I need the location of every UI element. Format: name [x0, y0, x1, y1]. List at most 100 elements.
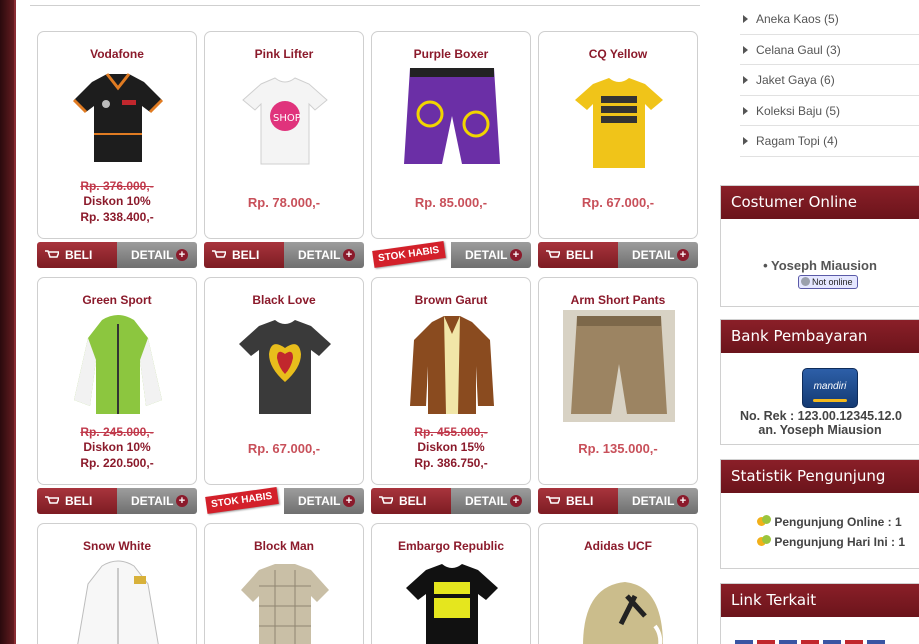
- jacket-icon[interactable]: [396, 310, 508, 422]
- shirt-icon[interactable]: [62, 64, 174, 176]
- price-old: Rp. 376.000,-: [80, 179, 154, 193]
- product-name[interactable]: Pink Lifter: [205, 47, 363, 61]
- product-name[interactable]: Arm Short Pants: [539, 293, 697, 307]
- beli-button[interactable]: BELI: [538, 242, 618, 268]
- category-item[interactable]: Jaket Gaya (6): [740, 65, 919, 96]
- shorts-icon[interactable]: [563, 310, 675, 422]
- customer-online-panel: Costumer Online • Yoseph Miausion Not on…: [720, 185, 919, 307]
- product-card-green-sport[interactable]: Green Sport Rp. 245.000,- Diskon 10% Rp.…: [37, 277, 197, 485]
- beli-button[interactable]: BELI: [204, 242, 284, 268]
- top-divider: [30, 5, 700, 6]
- account-number: No. Rek : 123.00.12345.12.0: [740, 409, 902, 423]
- detail-button[interactable]: DETAIL +: [284, 488, 364, 514]
- link-panel: Link Terkait: [720, 583, 919, 644]
- account-name: an. Yoseph Miausion: [758, 423, 882, 437]
- product-name[interactable]: Block Man: [205, 539, 363, 553]
- jacket-icon[interactable]: [62, 310, 174, 422]
- product-name[interactable]: Snow White: [38, 539, 196, 553]
- beli-label: BELI: [65, 494, 93, 508]
- product-card-embargo-republic[interactable]: Embargo Republic: [371, 523, 531, 644]
- visitors-today: Pengunjung Hari Ini : 1: [757, 535, 905, 549]
- cart-icon: [212, 250, 226, 258]
- product-card-arm-short-pants[interactable]: Arm Short Pants Rp. 135.000,-: [538, 277, 698, 485]
- stok-habis-label: STOK HABIS: [205, 487, 279, 514]
- product-name[interactable]: CQ Yellow: [539, 47, 697, 61]
- stok-habis-badge: STOK HABIS: [371, 241, 451, 268]
- tshirt-icon[interactable]: SHOP: [229, 64, 341, 176]
- cart-icon: [45, 250, 59, 258]
- category-item[interactable]: Koleksi Baju (5): [740, 96, 919, 126]
- beli-button[interactable]: BELI: [538, 488, 618, 514]
- product-name[interactable]: Purple Boxer: [372, 47, 530, 61]
- product-card-block-man[interactable]: Block Man: [204, 523, 364, 644]
- bank-panel: Bank Pembayaran mandiri No. Rek : 123.00…: [720, 319, 919, 445]
- product-name[interactable]: Vodafone: [38, 47, 196, 61]
- product-card-brown-garut[interactable]: Brown Garut Rp. 455.000,- Diskon 15% Rp.…: [371, 277, 531, 485]
- price-new: Rp. 386.750,-: [414, 456, 488, 470]
- product-card-snow-white[interactable]: Snow White: [37, 523, 197, 644]
- jacket-icon[interactable]: [62, 556, 174, 644]
- plus-icon: +: [510, 495, 522, 507]
- product-name[interactable]: Black Love: [205, 293, 363, 307]
- beli-button[interactable]: BELI: [371, 488, 451, 514]
- detail-button[interactable]: DETAIL +: [117, 488, 197, 514]
- shorts-icon[interactable]: [396, 64, 508, 176]
- tshirt-icon[interactable]: [229, 310, 341, 422]
- discount-label: Diskon 15%: [417, 440, 485, 454]
- product-actions: BELI DETAIL +: [538, 488, 698, 514]
- detail-label: DETAIL: [298, 248, 341, 262]
- cap-icon[interactable]: [563, 556, 675, 644]
- price-new: Rp. 220.500,-: [80, 456, 154, 470]
- price: Rp. 135.000,-: [578, 441, 658, 456]
- beli-label: BELI: [65, 248, 93, 262]
- plus-icon: +: [510, 249, 522, 261]
- stok-habis-badge: STOK HABIS: [204, 487, 284, 514]
- cart-icon: [546, 496, 560, 504]
- price-new: Rp. 338.400,-: [80, 210, 154, 224]
- detail-button[interactable]: DETAIL +: [618, 488, 698, 514]
- beli-label: BELI: [232, 248, 260, 262]
- category-item[interactable]: Ragam Topi (4): [740, 126, 919, 157]
- link-banner[interactable]: [735, 640, 885, 644]
- price-old: Rp. 455.000,-: [414, 425, 488, 439]
- product-card-adidas-ucf[interactable]: Adidas UCF: [538, 523, 698, 644]
- detail-label: DETAIL: [632, 494, 675, 508]
- price-old: Rp. 245.000,-: [80, 425, 154, 439]
- detail-button[interactable]: DETAIL +: [451, 242, 531, 268]
- product-name[interactable]: Embargo Republic: [372, 539, 530, 553]
- detail-label: DETAIL: [298, 494, 341, 508]
- product-actions: BELI DETAIL +: [204, 242, 364, 268]
- product-card-black-love[interactable]: Black Love Rp. 67.000,-: [204, 277, 364, 485]
- online-user: • Yoseph Miausion: [763, 258, 877, 273]
- tshirt-icon[interactable]: [563, 64, 675, 176]
- product-name[interactable]: Brown Garut: [372, 293, 530, 307]
- detail-button[interactable]: DETAIL +: [284, 242, 364, 268]
- tshirt-icon[interactable]: [396, 556, 508, 644]
- shirt-icon[interactable]: [229, 556, 341, 644]
- detail-button[interactable]: DETAIL +: [451, 488, 531, 514]
- category-item[interactable]: Aneka Kaos (5): [740, 4, 919, 35]
- category-item[interactable]: Celana Gaul (3): [740, 35, 919, 65]
- product-card-cq-yellow[interactable]: CQ Yellow Rp. 67.000,-: [538, 31, 698, 239]
- detail-label: DETAIL: [465, 248, 508, 262]
- product-actions: BELI DETAIL +: [538, 242, 698, 268]
- product-card-vodafone[interactable]: Vodafone Rp. 376.000,- Diskon 10% Rp. 33…: [37, 31, 197, 239]
- beli-label: BELI: [566, 494, 594, 508]
- users-icon: [757, 515, 771, 527]
- product-name[interactable]: Green Sport: [38, 293, 196, 307]
- product-card-pink-lifter[interactable]: Pink Lifter SHOP Rp. 78.000,-: [204, 31, 364, 239]
- detail-label: DETAIL: [131, 494, 174, 508]
- cart-icon: [546, 250, 560, 258]
- detail-button[interactable]: DETAIL +: [117, 242, 197, 268]
- detail-button[interactable]: DETAIL +: [618, 242, 698, 268]
- detail-label: DETAIL: [465, 494, 508, 508]
- beli-button[interactable]: BELI: [37, 488, 117, 514]
- stok-habis-label: STOK HABIS: [372, 241, 446, 268]
- beli-button[interactable]: BELI: [37, 242, 117, 268]
- price: Rp. 67.000,-: [247, 441, 321, 456]
- beli-label: BELI: [399, 494, 427, 508]
- product-name[interactable]: Adidas UCF: [539, 539, 697, 553]
- product-card-purple-boxer[interactable]: Purple Boxer Rp. 85.000,-: [371, 31, 531, 239]
- plus-icon: +: [343, 495, 355, 507]
- price: Rp. 85.000,-: [414, 195, 488, 210]
